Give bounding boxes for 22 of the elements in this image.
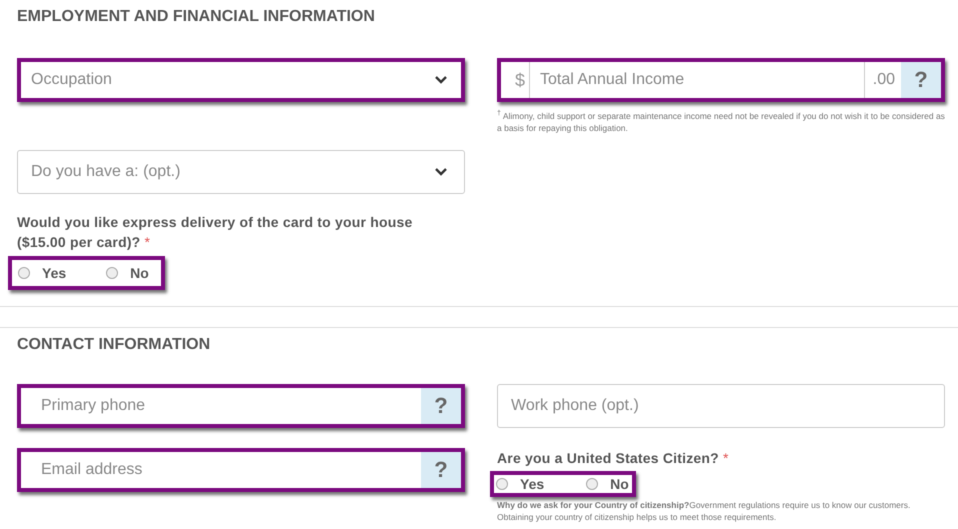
email-field[interactable]: Email address ?: [17, 448, 465, 492]
citizen-question: Are you a United States Citizen? *: [497, 448, 730, 468]
income-footnote: $^{†}$ Alimony, child support or separate maintenance income need not be revealed if you do not wish it to be considered as a basis for repaying this obligation.: [497, 108, 945, 134]
radio-option[interactable]: No: [586, 476, 629, 492]
section-heading: EMPLOYMENT AND FINANCIAL INFORMATION: [17, 7, 376, 27]
help-button[interactable]: ?: [421, 452, 461, 488]
delivery-question: Would you like express delivery of the card to your house ($15.00 per card)? *: [17, 212, 414, 252]
occupation-select[interactable]: Occupation: [17, 58, 465, 102]
citizenship-note: Why do we ask for your Country of citizenship?Government regulations require us to know our customers. Obtaining your country of citizenship helps us to meet those requirements.: [497, 498, 912, 523]
help-button[interactable]: ?: [421, 388, 461, 424]
card-type-select[interactable]: Do you have a: (opt.): [17, 150, 465, 194]
radio-option[interactable]: Yes: [496, 476, 544, 492]
help-button[interactable]: ?: [901, 62, 941, 98]
chevron-down-icon: [435, 168, 447, 176]
section-heading: CONTACT INFORMATION: [17, 334, 212, 355]
work-phone-field[interactable]: Work phone (opt.): [497, 384, 945, 428]
primary-phone-field[interactable]: Primary phone ?: [17, 384, 465, 428]
income-field[interactable]: $ Total Annual Income .00 ?: [497, 58, 945, 102]
radio-option[interactable]: No: [106, 264, 149, 281]
chevron-down-icon: [435, 76, 447, 84]
dollar-prefix: $: [511, 62, 530, 98]
radio-option[interactable]: Yes: [18, 264, 66, 281]
